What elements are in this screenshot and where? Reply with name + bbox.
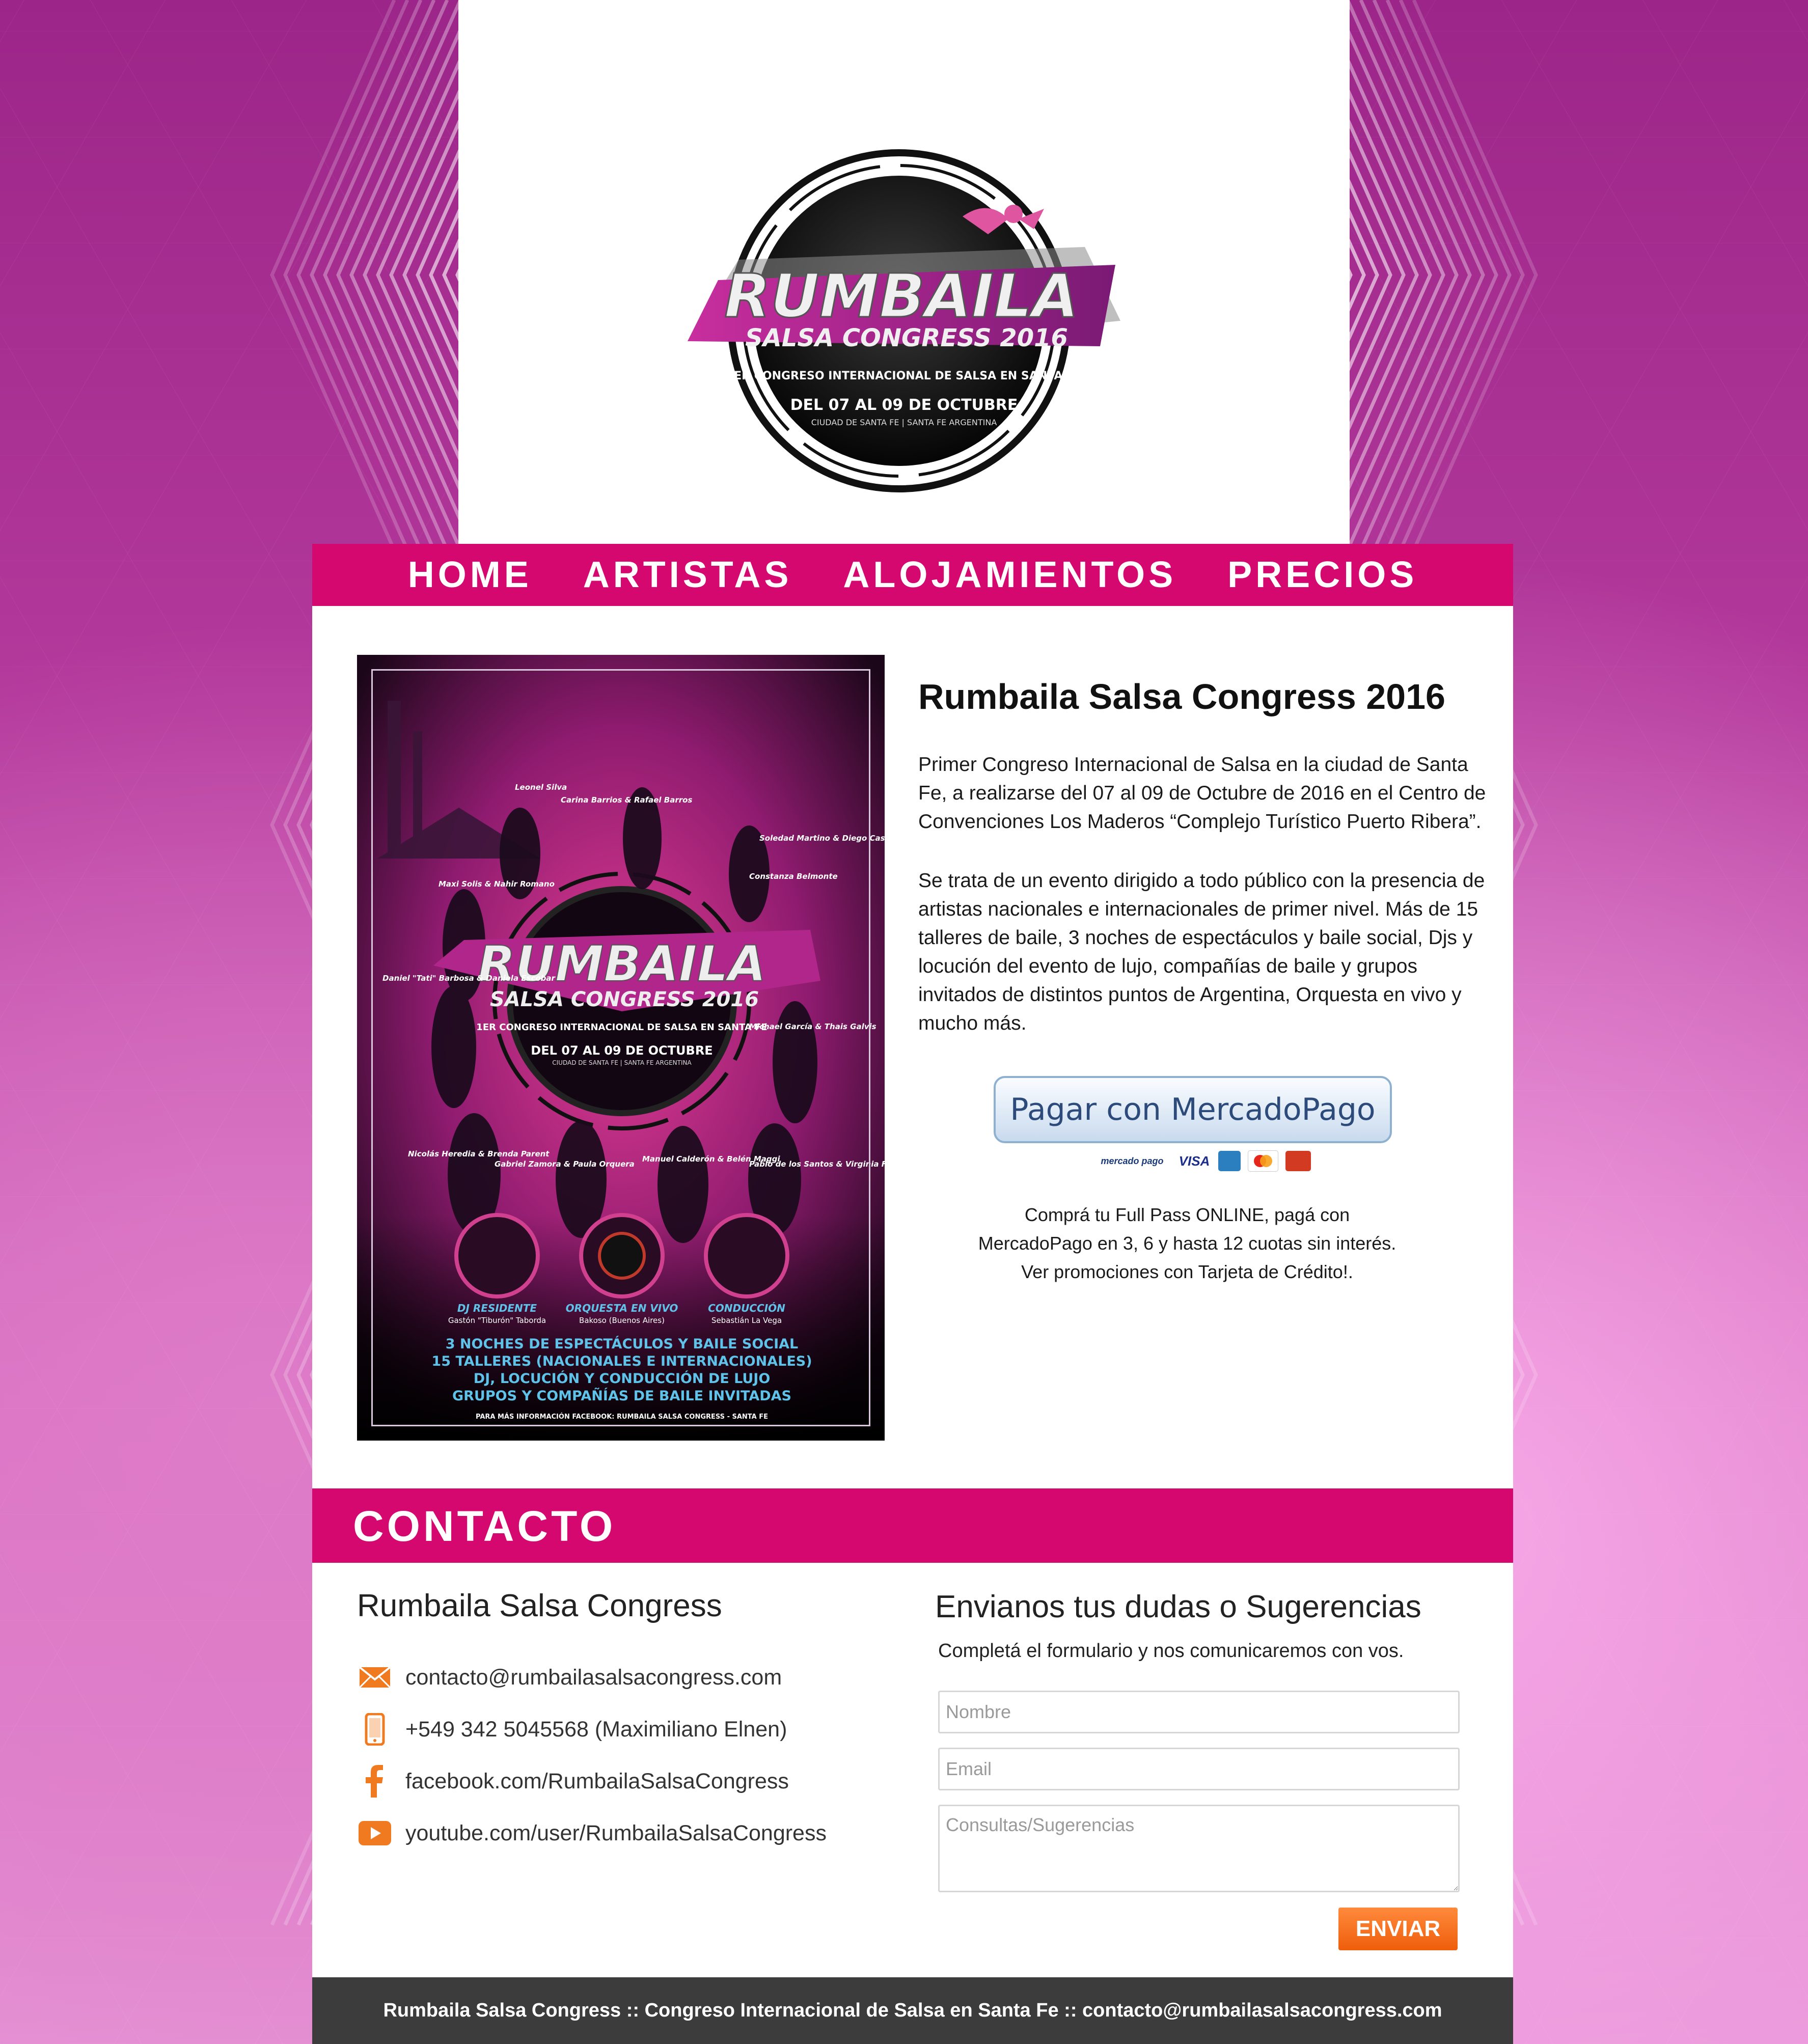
contact-form: Envianos tus dudas o Sugerencias Complet… [935,1589,1495,1907]
main-nav: HOME ARTISTAS ALOJAMIENTOS PRECIOS [312,544,1513,606]
contact-youtube-row[interactable]: youtube.com/user/RumbailaSalsaCongress [357,1807,866,1859]
contact-phone-row: +549 342 5045568 (Maximiliano Elnen) [357,1703,866,1755]
bank-card-logo [1285,1151,1311,1171]
payment-logos: mercado pago VISA [1094,1149,1311,1173]
nav-precios[interactable]: PRECIOS [1227,554,1417,596]
contact-email[interactable]: contacto@rumbailasalsacongress.com [405,1665,782,1690]
mercadopago-button[interactable]: Pagar con MercadoPago [994,1076,1392,1143]
article-paragraph: Primer Congreso Internacional de Salsa e… [918,754,1486,833]
phone-icon [357,1713,393,1746]
contact-info: Rumbaila Salsa Congress contacto@rumbail… [357,1588,866,1859]
message-textarea[interactable] [938,1805,1460,1892]
logo-dates: DEL 07 AL 09 DE OCTUBRE [790,396,1018,414]
email-input[interactable] [938,1748,1460,1790]
contact-facebook-row[interactable]: facebook.com/RumbailaSalsaCongress [357,1755,866,1807]
amex-logo [1218,1151,1241,1171]
contact-phone: +549 342 5045568 (Maximiliano Elnen) [405,1717,787,1742]
contact-email-row[interactable]: contacto@rumbailasalsacongress.com [357,1651,866,1703]
payment-note: Comprá tu Full Pass ONLINE, pagá con Mer… [943,1201,1432,1286]
article-paragraph: Se trata de un evento dirigido a todo pú… [918,870,1485,1034]
name-input[interactable] [938,1691,1460,1733]
contact-facebook[interactable]: facebook.com/RumbailaSalsaCongress [405,1769,789,1794]
envelope-icon [357,1662,393,1693]
mercadopago-logo: mercado pago [1101,1155,1164,1166]
contact-header: CONTACTO [312,1488,1513,1563]
footer-text: Rumbaila Salsa Congress :: Congreso Inte… [383,2000,1442,2021]
youtube-icon [357,1818,393,1848]
form-subtitle: Completá el formulario y nos comunicarem… [938,1640,1404,1662]
nav-home[interactable]: HOME [408,554,532,596]
form-title: Envianos tus dudas o Sugerencias [935,1589,1421,1624]
logo-place: CIUDAD DE SANTA FE | SANTA FE ARGENTINA [811,418,997,427]
payment-note-line: Ver promociones con Tarjeta de Crédito!. [1021,1261,1353,1282]
nav-artistas[interactable]: ARTISTAS [583,554,792,596]
visa-logo: VISA [1179,1153,1210,1169]
contact-heading: CONTACTO [353,1502,616,1550]
nav-alojamientos[interactable]: ALOJAMIENTOS [843,554,1176,596]
logo-tagline: 1ER CONGRESO INTERNACIONAL DE SALSA EN S… [726,370,1082,382]
logo-brand: RUMBAILA [724,261,1079,331]
logo-subtitle: SALSA CONGRESS 2016 [745,324,1068,352]
article-title: Rumbaila Salsa Congress 2016 [918,677,1445,716]
facebook-icon [357,1765,393,1798]
footer: Rumbaila Salsa Congress :: Congreso Inte… [312,1977,1513,2044]
main-container: HOME ARTISTAS ALOJAMIENTOS PRECIOS RUMBA… [312,544,1513,2044]
contact-youtube[interactable]: youtube.com/user/RumbailaSalsaCongress [405,1821,827,1846]
contact-info-title: Rumbaila Salsa Congress [357,1588,722,1623]
payment-note-line: MercadoPago en 3, 6 y hasta 12 cuotas si… [978,1233,1396,1254]
poster-frame [371,669,870,1426]
event-article: Rumbaila Salsa Congress 2016 Primer Cong… [918,676,1494,1068]
payment-note-line: Comprá tu Full Pass ONLINE, pagá con [1024,1204,1350,1225]
submit-button[interactable]: ENVIAR [1338,1908,1458,1950]
event-logo: RUMBAILA SALSA CONGRESS 2016 1ER CONGRES… [688,149,1120,492]
mastercard-logo [1248,1150,1278,1172]
event-poster: RUMBAILA SALSA CONGRESS 2016 1ER CONGRES… [357,655,885,1441]
